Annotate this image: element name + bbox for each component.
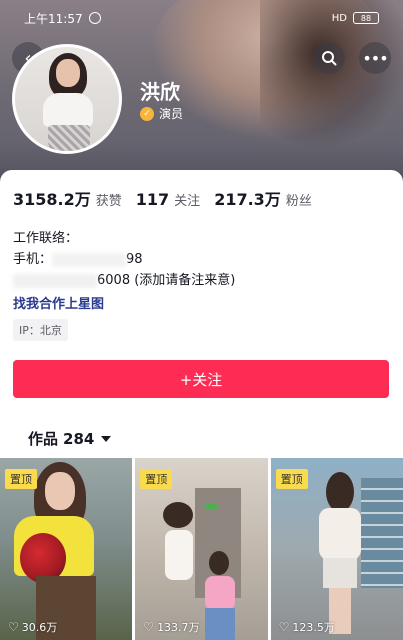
star-map-link[interactable]: 找我合作上星图 bbox=[13, 293, 104, 312]
stat-value: 3158.2万 bbox=[13, 190, 91, 209]
stat-label: 获赞 bbox=[95, 194, 122, 209]
bio-line: 工作联络： bbox=[13, 231, 79, 246]
ip-location-badge: IP：北京 bbox=[13, 319, 68, 341]
role-label: 演员 bbox=[159, 107, 184, 121]
stat-followers[interactable]: 217.3万 粉丝 bbox=[214, 186, 312, 210]
like-count: ♡ 30.6万 bbox=[8, 620, 58, 634]
heart-icon: ♡ bbox=[8, 620, 19, 634]
profile-role: ✓ 演员 bbox=[140, 105, 183, 122]
stat-likes: 3158.2万 获赞 bbox=[13, 186, 122, 210]
video-tile[interactable]: 置顶 ♡ 30.6万 bbox=[0, 458, 133, 640]
heart-icon: ♡ bbox=[143, 620, 155, 634]
bio-text: 98 bbox=[126, 252, 143, 267]
pinned-badge: 置顶 bbox=[5, 469, 37, 489]
stat-label: 粉丝 bbox=[285, 194, 312, 209]
bio-line: 6008 (添加请备注来意) bbox=[13, 270, 235, 291]
caret-down-icon bbox=[101, 435, 112, 442]
verified-icon: ✓ bbox=[140, 106, 154, 121]
works-count: 284 bbox=[63, 429, 95, 448]
search-icon bbox=[322, 51, 337, 66]
alarm-icon bbox=[88, 12, 101, 24]
stat-value: 117 bbox=[135, 190, 170, 209]
search-button[interactable] bbox=[313, 42, 345, 74]
follow-button[interactable]: +关注 bbox=[13, 360, 389, 398]
profile-bio: 工作联络： 手机： 98 6008 (添加请备注来意) bbox=[13, 228, 235, 291]
like-count: ♡ 133.7万 bbox=[143, 620, 200, 634]
heart-icon: ♡ bbox=[278, 620, 290, 634]
bio-text: 手机： bbox=[13, 252, 53, 267]
bio-text: 6008 (添加请备注来意) bbox=[97, 273, 236, 288]
bio-line: 手机： 98 bbox=[13, 249, 235, 270]
redacted-text bbox=[13, 273, 97, 288]
more-button[interactable]: ••• bbox=[359, 42, 391, 74]
redacted-text bbox=[52, 252, 127, 267]
stat-following[interactable]: 117 关注 bbox=[136, 190, 200, 209]
stat-label: 关注 bbox=[174, 194, 201, 209]
works-grid: 置顶 ♡ 30.6万 置顶 ♡ 133.7万 置顶 ♡ 123.5万 bbox=[0, 458, 403, 640]
profile-card: 3158.2万 获赞 117 关注 217.3万 粉丝 工作联络： 手机： 98… bbox=[0, 170, 403, 640]
status-bar: 上午11:57 HD 88 bbox=[0, 0, 403, 36]
tab-label: 作品 bbox=[28, 430, 59, 448]
battery-icon: 88 bbox=[353, 12, 379, 24]
video-tile[interactable]: 置顶 ♡ 123.5万 bbox=[270, 458, 403, 640]
profile-stats: 3158.2万 获赞 117 关注 217.3万 粉丝 bbox=[13, 186, 312, 210]
pinned-badge: 置顶 bbox=[140, 469, 173, 489]
video-tile[interactable]: 置顶 ♡ 133.7万 bbox=[135, 458, 268, 640]
network-indicator: HD bbox=[331, 12, 347, 24]
more-icon: ••• bbox=[362, 48, 388, 68]
pinned-badge: 置顶 bbox=[275, 469, 308, 489]
profile-name: 洪欣 bbox=[140, 80, 180, 104]
tab-works[interactable]: 作品 284 bbox=[28, 428, 112, 449]
stat-value: 217.3万 bbox=[214, 190, 281, 209]
avatar[interactable] bbox=[12, 44, 122, 154]
status-time: 上午11:57 bbox=[24, 11, 83, 26]
like-count: ♡ 123.5万 bbox=[278, 620, 335, 634]
